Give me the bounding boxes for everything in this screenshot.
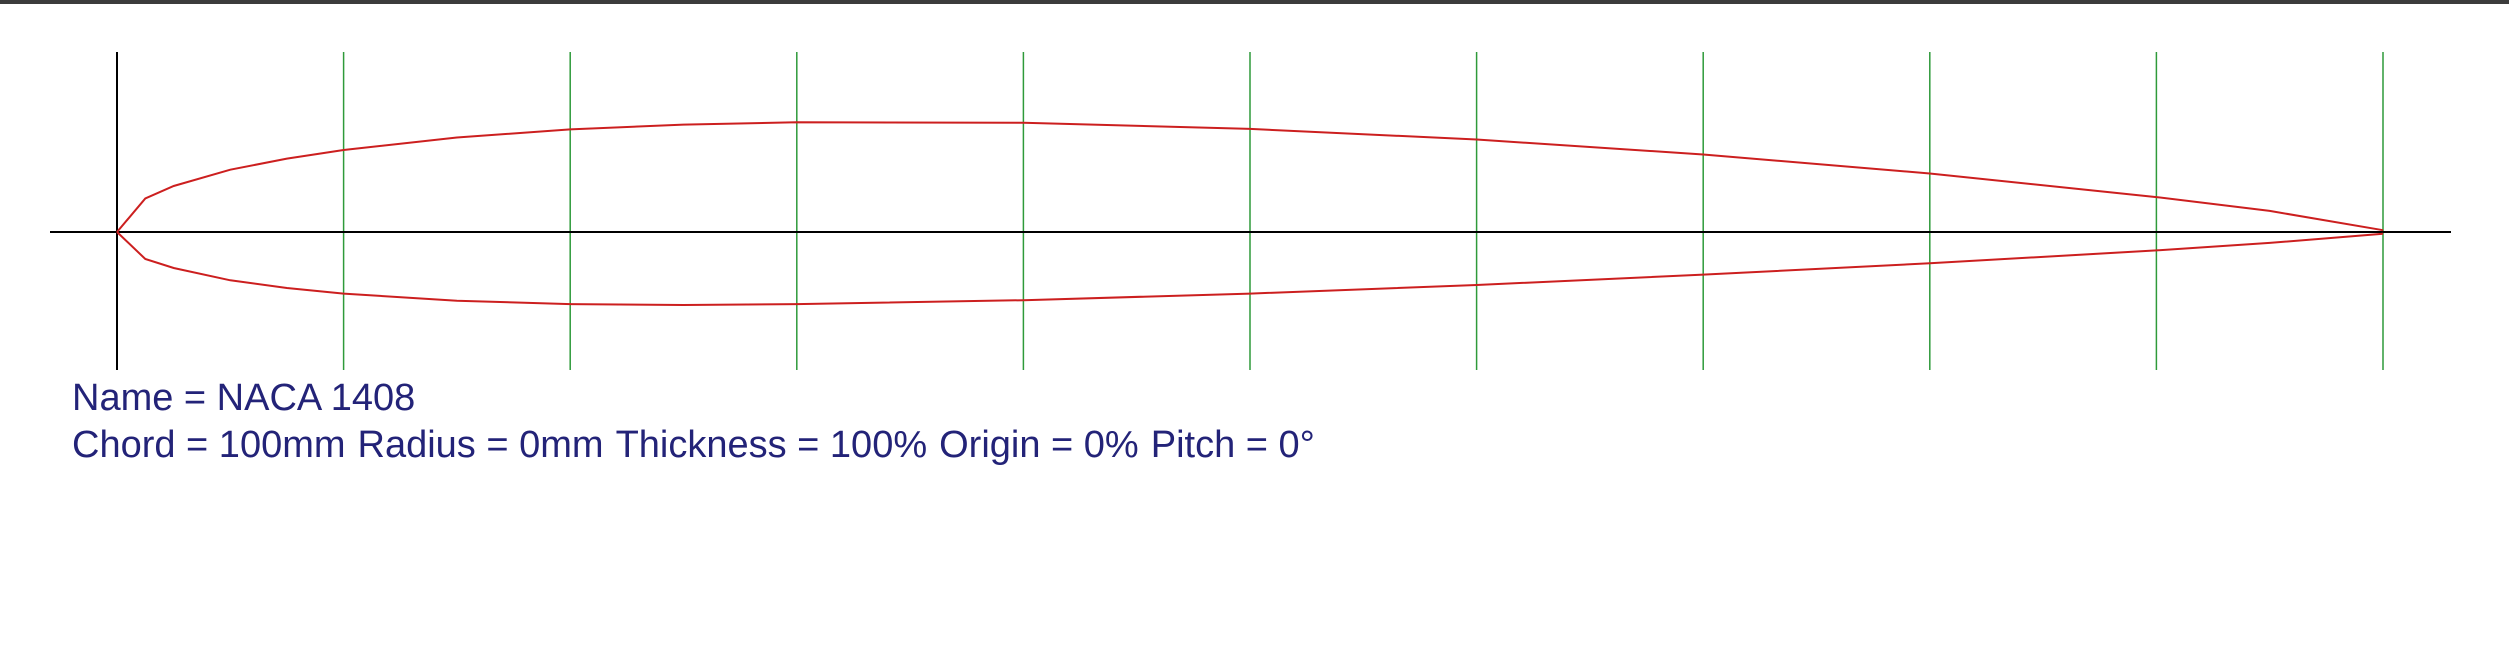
origin-value: Origin = 0%: [939, 424, 1139, 466]
airfoil-info: Name = NACA 1408 Chord = 100mm Radius = 0…: [72, 375, 1315, 469]
chord-value: Chord = 100mm: [72, 424, 346, 466]
info-params-line: Chord = 100mm Radius = 0mm Thickness = 100…: [72, 422, 1315, 469]
chord-station-grid: [342, 52, 2384, 370]
pitch-value: Pitch = 0°: [1150, 424, 1315, 466]
airfoil-plot: [50, 52, 2451, 370]
info-name-line: Name = NACA 1408: [72, 375, 1315, 422]
thickness-value: Thickness = 100%: [615, 424, 928, 466]
radius-value: Radius = 0mm: [357, 424, 604, 466]
airfoil-name: Name = NACA 1408: [72, 377, 416, 419]
